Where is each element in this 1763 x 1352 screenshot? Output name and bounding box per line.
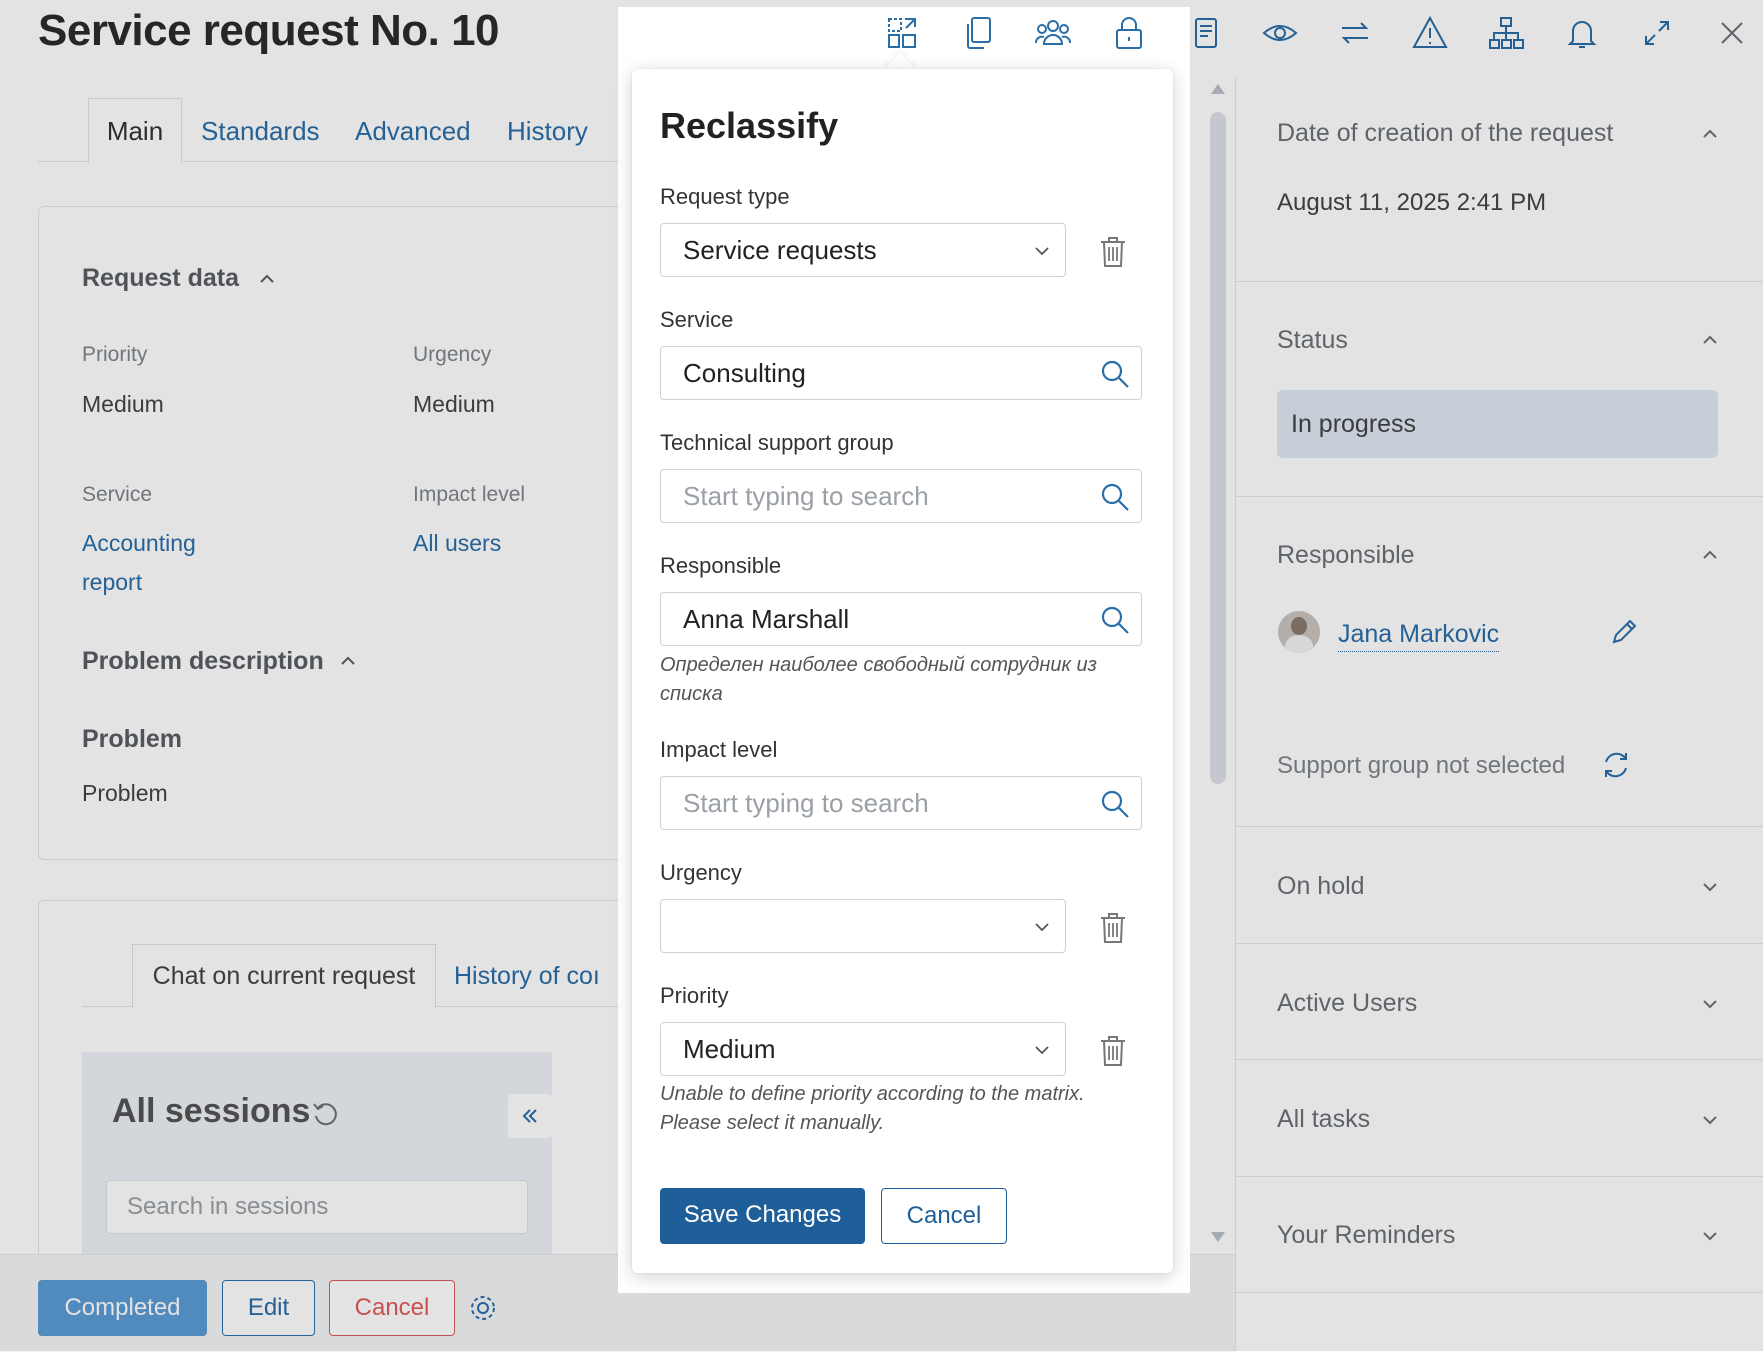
scrollbar-thumb[interactable] — [1210, 112, 1226, 784]
trash-icon[interactable] — [1098, 1034, 1128, 1068]
impact-level-label: Impact level — [660, 737, 778, 762]
priority-hint-line2: Please select it manually. — [660, 1112, 885, 1134]
scrollbar[interactable] — [1206, 78, 1230, 1250]
priority-hint: Unable to define priority according to t… — [660, 1080, 1160, 1138]
responsible-hint-line2: списка — [660, 683, 723, 705]
search-icon[interactable] — [1099, 481, 1131, 513]
chevron-down-icon — [1035, 247, 1049, 256]
search-icon[interactable] — [1099, 788, 1131, 820]
priority-value: Medium — [683, 1034, 776, 1064]
urgency-label: Urgency — [660, 860, 742, 885]
users-group-icon[interactable] — [1034, 14, 1072, 52]
priority-label: Priority — [660, 983, 729, 1008]
reclassify-dialog: Reclassify Request type Service requests… — [632, 69, 1173, 1273]
cancel-button[interactable]: Cancel — [881, 1188, 1007, 1244]
scroll-up-icon[interactable] — [1209, 82, 1227, 96]
dialog-title: Reclassify — [660, 105, 839, 146]
tech-support-group-label: Technical support group — [660, 430, 894, 455]
trash-icon[interactable] — [1098, 911, 1128, 945]
request-type-select[interactable]: Service requests — [660, 223, 1066, 277]
service-value: Consulting — [683, 358, 806, 388]
chevron-down-icon — [1035, 1046, 1049, 1055]
impact-level-placeholder: Start typing to search — [683, 788, 929, 818]
search-icon[interactable] — [1099, 604, 1131, 636]
request-type-value: Service requests — [683, 235, 877, 265]
responsible-label: Responsible — [660, 553, 782, 578]
responsible-input[interactable]: Anna Marshall — [660, 592, 1142, 646]
responsible-hint-line1: Определен наиболее свободный сотрудник и… — [660, 654, 1097, 676]
chevron-down-icon — [1035, 923, 1049, 932]
save-changes-button[interactable]: Save Changes — [660, 1188, 865, 1244]
service-input[interactable]: Consulting — [660, 346, 1142, 400]
lock-icon[interactable] — [1110, 14, 1148, 52]
request-type-label: Request type — [660, 184, 790, 209]
tech-support-group-input[interactable]: Start typing to search — [660, 469, 1142, 523]
responsible-hint: Определен наиболее свободный сотрудник и… — [660, 651, 1130, 709]
urgency-select[interactable] — [660, 899, 1066, 953]
tech-support-group-placeholder: Start typing to search — [683, 481, 929, 511]
priority-select[interactable]: Medium — [660, 1022, 1066, 1076]
priority-hint-line1: Unable to define priority according to t… — [660, 1083, 1085, 1105]
trash-icon[interactable] — [1098, 235, 1128, 269]
search-icon[interactable] — [1099, 358, 1131, 390]
copy-icon[interactable] — [959, 14, 997, 52]
reclassify-icon[interactable] — [883, 14, 921, 52]
responsible-value: Anna Marshall — [683, 604, 850, 634]
service-label: Service — [660, 307, 734, 332]
scroll-down-icon[interactable] — [1209, 1230, 1227, 1244]
impact-level-input[interactable]: Start typing to search — [660, 776, 1142, 830]
